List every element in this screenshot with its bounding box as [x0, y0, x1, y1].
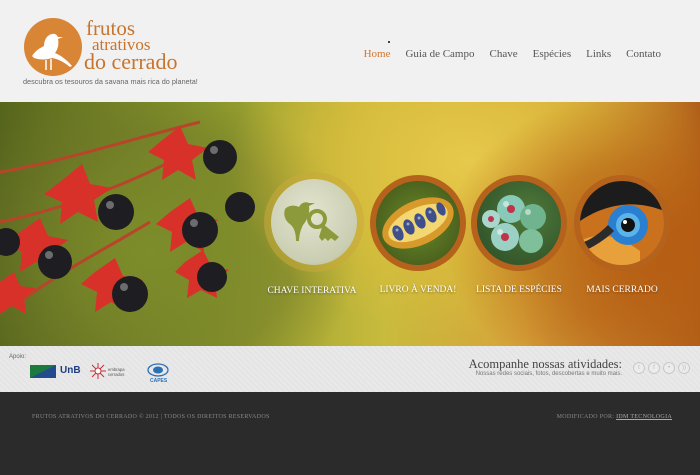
logo-line-3: do cerrado [84, 49, 178, 74]
hero-circle-frame [264, 172, 364, 272]
site-logo[interactable]: frutos atrativos do cerrado descubra os … [22, 18, 198, 90]
hero-circle-frame [370, 175, 466, 271]
hero-link-livro-a-venda[interactable]: LIVRO À VENDA! [370, 175, 466, 295]
hero-circle-label: LIVRO À VENDA! [379, 285, 457, 295]
hero-circle-frame [574, 175, 670, 271]
main-nav: Home Guia de Campo Chave Espécies Links … [364, 48, 661, 60]
seed-pod-image [376, 181, 460, 265]
hero-banner: CHAVE INTERATIVA LIVRO À VENDA! LISTA DE… [0, 102, 700, 346]
header: frutos atrativos do cerrado descubra os … [0, 0, 700, 102]
social-title: Acompanhe nossas atividades: [468, 357, 622, 371]
nav-guia-de-campo[interactable]: Guia de Campo [405, 48, 474, 60]
sponsors-label: Apoio: [9, 354, 27, 360]
nav-indicator-dot [388, 41, 390, 43]
logo-tagline: descubra os tesouros da savana mais rica… [23, 77, 198, 86]
nav-contato[interactable]: Contato [626, 48, 661, 60]
capes-logo[interactable]: CAPES [146, 361, 170, 385]
social-subtitle: Nossas redes sociais, fotos, descobertas… [475, 371, 622, 377]
nav-especies[interactable]: Espécies [533, 48, 571, 60]
hero-link-lista-de-especies[interactable]: LISTA DE ESPÉCIES [471, 175, 567, 295]
nav-chave[interactable]: Chave [490, 48, 518, 60]
embrapa-logo[interactable]: embrapa cerrados [90, 361, 134, 381]
bird-key-icon [271, 179, 357, 265]
logo-emblem [24, 18, 82, 76]
nav-links[interactable]: Links [586, 48, 611, 60]
sponsor-strip: Apoio: UnB embrapa cerrados CAPES Acompa… [0, 346, 700, 392]
footer: FRUTOS ATRATIVOS DO CERRADO © 2012 | TOD… [0, 392, 700, 475]
toucan-eye-image [580, 181, 664, 265]
unb-logo[interactable]: UnB [60, 365, 81, 376]
hero-circle-frame [471, 175, 567, 271]
nav-home[interactable]: Home [364, 48, 391, 60]
rss-icon[interactable]: )) [678, 362, 690, 374]
svg-text:cerrados: cerrados [108, 372, 124, 377]
hero-circle-label: LISTA DE ESPÉCIES [476, 285, 562, 295]
footer-credit: MODIFICADO POR: IDM TECNOLOGIA [557, 414, 672, 420]
flickr-icon[interactable]: • [663, 362, 675, 374]
hero-link-chave-interativa[interactable]: CHAVE INTERATIVA [264, 172, 364, 296]
brazil-gov-logo[interactable] [30, 365, 56, 378]
svg-text:CAPES: CAPES [150, 378, 168, 384]
facebook-icon[interactable]: f [648, 362, 660, 374]
berries-image [477, 181, 561, 265]
hero-circle-label: MAIS CERRADO [586, 285, 658, 295]
footer-copyright: FRUTOS ATRATIVOS DO CERRADO © 2012 | TOD… [32, 414, 270, 420]
footer-credit-link[interactable]: IDM TECNOLOGIA [616, 414, 672, 420]
twitter-icon[interactable]: t [633, 362, 645, 374]
logo-wordmark: frutos atrativos do cerrado [84, 18, 178, 74]
hero-circle-label: CHAVE INTERATIVA [267, 286, 357, 296]
hero-link-mais-cerrado[interactable]: MAIS CERRADO [574, 175, 670, 295]
bird-icon [32, 33, 72, 70]
footer-credit-prefix: MODIFICADO POR: [556, 414, 615, 420]
hero-berries-image [0, 120, 255, 314]
